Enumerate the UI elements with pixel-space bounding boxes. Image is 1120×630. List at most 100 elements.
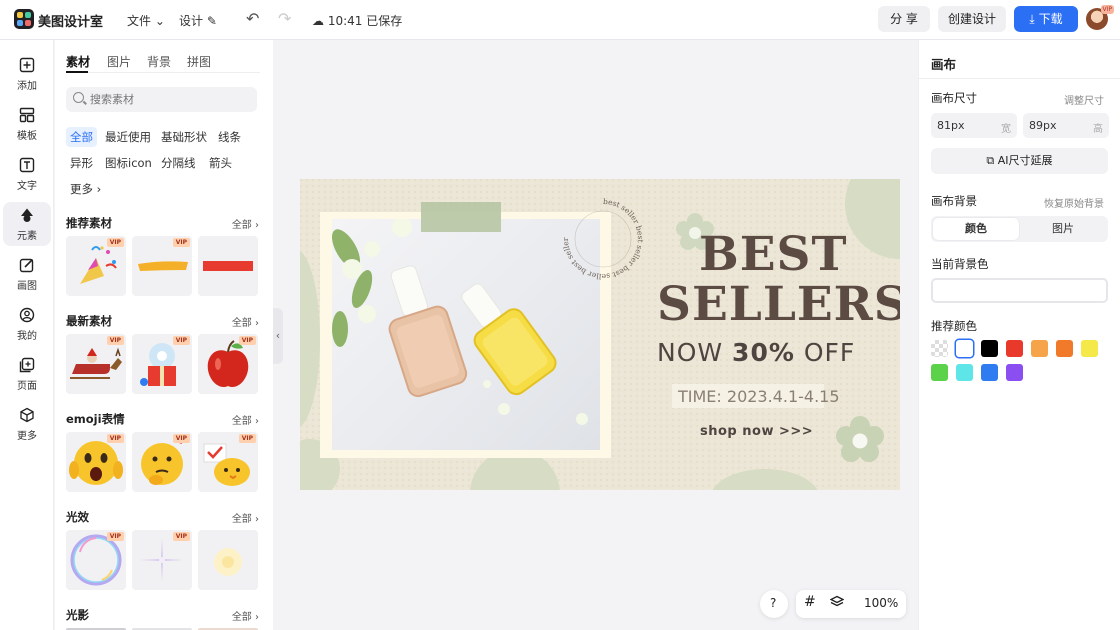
color-swatch[interactable] (981, 340, 998, 357)
section-more-light-effects[interactable]: 全部 › (232, 510, 259, 525)
material-thumb-sleigh[interactable]: VIP (66, 334, 126, 394)
color-swatch[interactable] (1006, 364, 1023, 381)
rail-item-page[interactable]: 页面 (3, 352, 51, 396)
rail-item-mine[interactable]: 我的 (3, 302, 51, 346)
color-swatch[interactable] (1006, 340, 1023, 357)
tab-background[interactable]: 背景 (147, 53, 171, 70)
section-more-label: 全部 (231, 416, 252, 427)
tab-material[interactable]: 素材 (66, 53, 90, 70)
design-menu[interactable]: 设计 ✎ (179, 12, 217, 29)
create-design-button[interactable]: 创建设计 (938, 6, 1006, 32)
rail-item-element[interactable]: 元素 (3, 202, 51, 246)
help-button[interactable]: ? (760, 590, 788, 618)
section-more-light-shadow[interactable]: 全部 › (232, 608, 259, 623)
search-input[interactable] (66, 87, 257, 112)
design-menu-label: 设计 (179, 14, 204, 28)
material-thumb-bubble[interactable]: VIP (66, 530, 126, 590)
seg-image[interactable]: 图片 (1020, 218, 1106, 240)
file-menu[interactable]: 文件 ⌄ (127, 12, 165, 29)
section-more-emoji[interactable]: 全部 › (232, 412, 259, 427)
app-name: 美图设计室 (38, 15, 104, 30)
section-more-latest[interactable]: 全部 › (232, 314, 259, 329)
rail-label: 文字 (17, 181, 37, 192)
layers-icon[interactable] (829, 595, 845, 612)
chip-recent[interactable]: 最近使用 (101, 127, 155, 147)
material-thumb-sparkle[interactable]: VIP (132, 530, 192, 590)
shop-now-cta[interactable]: shop now >>> (700, 424, 813, 439)
color-swatch[interactable] (1031, 340, 1048, 357)
chip-dividers[interactable]: 分隔线 (157, 153, 200, 173)
material-thumb-glow[interactable] (198, 530, 258, 590)
redo-icon[interactable]: ↷ (278, 10, 291, 28)
vip-badge: VIP (238, 434, 256, 443)
divider (919, 78, 1120, 79)
section-more-recommended[interactable]: 全部 › (232, 216, 259, 231)
edit-icon (18, 257, 36, 275)
seg-color[interactable]: 颜色 (933, 218, 1019, 240)
rectangle-icon (203, 261, 253, 271)
avatar[interactable]: VIP (1086, 5, 1114, 30)
offer-line[interactable]: NOW 30% OFF (657, 338, 855, 367)
design-canvas[interactable]: best seller best seller best seller best… (300, 179, 900, 490)
material-thumb-chick-emoji[interactable]: VIP (198, 432, 258, 492)
chip-basic-shapes[interactable]: 基础形状 (157, 127, 211, 147)
chip-icons[interactable]: 图标icon (101, 153, 156, 173)
section-title-light-effects: 光效 (66, 510, 89, 524)
chip-irregular[interactable]: 异形 (66, 153, 97, 173)
rail-item-draw[interactable]: 画图 (3, 252, 51, 296)
glow-icon (214, 548, 242, 576)
share-button[interactable]: 分 享 (878, 6, 930, 32)
washi-tape (421, 202, 501, 232)
download-label: 下载 (1038, 12, 1063, 26)
chip-all[interactable]: 全部 (66, 127, 97, 147)
rail-item-add[interactable]: 添加 (3, 52, 51, 96)
chip-more[interactable]: 更多 › (66, 179, 105, 199)
rail-item-more[interactable]: 更多 (3, 402, 51, 446)
tab-collage[interactable]: 拼图 (187, 53, 211, 70)
tab-image[interactable]: 图片 (107, 53, 131, 70)
color-swatch[interactable] (931, 364, 948, 381)
undo-icon[interactable]: ↶ (246, 10, 259, 28)
zoom-level[interactable]: 100% (864, 596, 898, 610)
material-thumb-gift-globe[interactable]: VIP (132, 334, 192, 394)
width-field[interactable]: 81px 宽 (931, 113, 1017, 138)
section-title-recommended: 推荐素材 (66, 216, 112, 230)
material-thumb-party-popper[interactable]: VIP (66, 236, 126, 296)
section-more-label: 全部 (231, 220, 252, 231)
height-field[interactable]: 89px 高 (1023, 113, 1109, 138)
resize-link[interactable]: 调整尺寸 (1064, 92, 1104, 107)
restore-bg-link[interactable]: 恢复原始背景 (1044, 195, 1104, 210)
headline-sellers[interactable]: SELLERS (657, 277, 900, 332)
current-bg-color-field[interactable] (931, 278, 1108, 303)
rail-label: 我的 (17, 331, 37, 342)
material-thumb-thinking-emoji[interactable]: VIP (132, 432, 192, 492)
headline-best[interactable]: BEST (699, 227, 900, 282)
collapse-panel-button[interactable]: ‹ (273, 308, 283, 364)
material-thumb-scared-emoji[interactable]: VIP (66, 432, 126, 492)
color-swatch[interactable] (1081, 340, 1098, 357)
color-swatch[interactable] (1056, 340, 1073, 357)
cloud-icon: ☁ (312, 14, 324, 28)
material-thumb-red-bar[interactable] (198, 236, 258, 296)
chevron-left-icon: ‹ (275, 329, 281, 342)
app-logo-icon[interactable] (14, 9, 34, 29)
save-status: ☁ 10:41 已保存 (312, 12, 402, 29)
inspector-title: 画布 (931, 57, 957, 72)
material-thumb-apple[interactable]: VIP (198, 334, 258, 394)
material-thumb-yellow-stroke[interactable]: VIP (132, 236, 192, 296)
rail-item-text[interactable]: 文字 (3, 152, 51, 196)
chevron-right-icon: › (255, 612, 259, 623)
chip-lines[interactable]: 线条 (214, 127, 245, 147)
rail-item-template[interactable]: 模板 (3, 102, 51, 146)
color-swatch[interactable] (981, 364, 998, 381)
ai-extend-button[interactable]: ⧉ AI尺寸延展 (931, 148, 1108, 174)
chip-arrows[interactable]: 箭头 (205, 153, 236, 173)
edit-icon: ✎ (206, 14, 217, 28)
color-swatch[interactable] (956, 364, 973, 381)
color-swatch[interactable] (956, 340, 973, 357)
ai-resize-icon: ⧉ (986, 154, 995, 167)
download-button[interactable]: ⤓ 下载 (1014, 6, 1078, 32)
swatch-transparent[interactable] (931, 340, 948, 357)
grid-icon[interactable]: # (804, 594, 816, 610)
promo-time[interactable]: TIME: 2023.4.1-4.15 (678, 387, 840, 406)
